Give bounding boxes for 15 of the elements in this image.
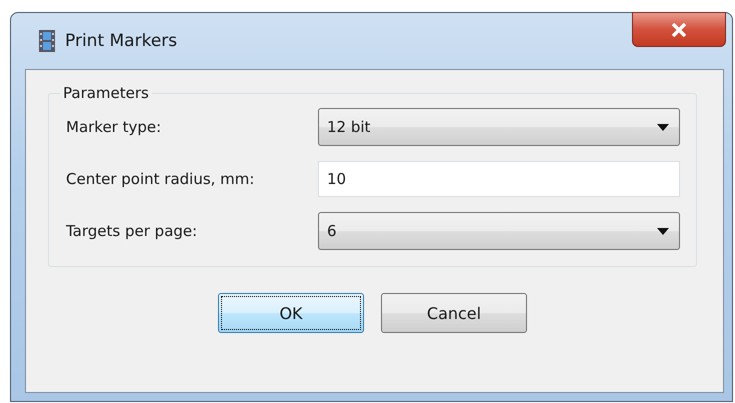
dropdown-arrow-icon bbox=[657, 124, 669, 130]
close-button[interactable] bbox=[632, 12, 726, 47]
dialog-button[interactable]: OK bbox=[218, 293, 364, 333]
field-label: Center point radius, mm: bbox=[66, 170, 256, 188]
input-field[interactable]: 10 bbox=[318, 161, 680, 197]
field-label: Marker type: bbox=[66, 118, 162, 136]
close-icon bbox=[671, 22, 687, 36]
film-icon bbox=[39, 30, 55, 52]
dialog-button[interactable]: Cancel bbox=[381, 293, 527, 333]
dropdown-arrow-icon bbox=[657, 228, 669, 234]
field-label: Targets per page: bbox=[66, 222, 198, 240]
group-title: Parameters bbox=[62, 84, 150, 102]
dropdown[interactable]: 6 bbox=[318, 212, 680, 250]
dropdown[interactable]: 12 bit bbox=[318, 108, 680, 146]
window-title: Print Markers bbox=[65, 31, 178, 51]
